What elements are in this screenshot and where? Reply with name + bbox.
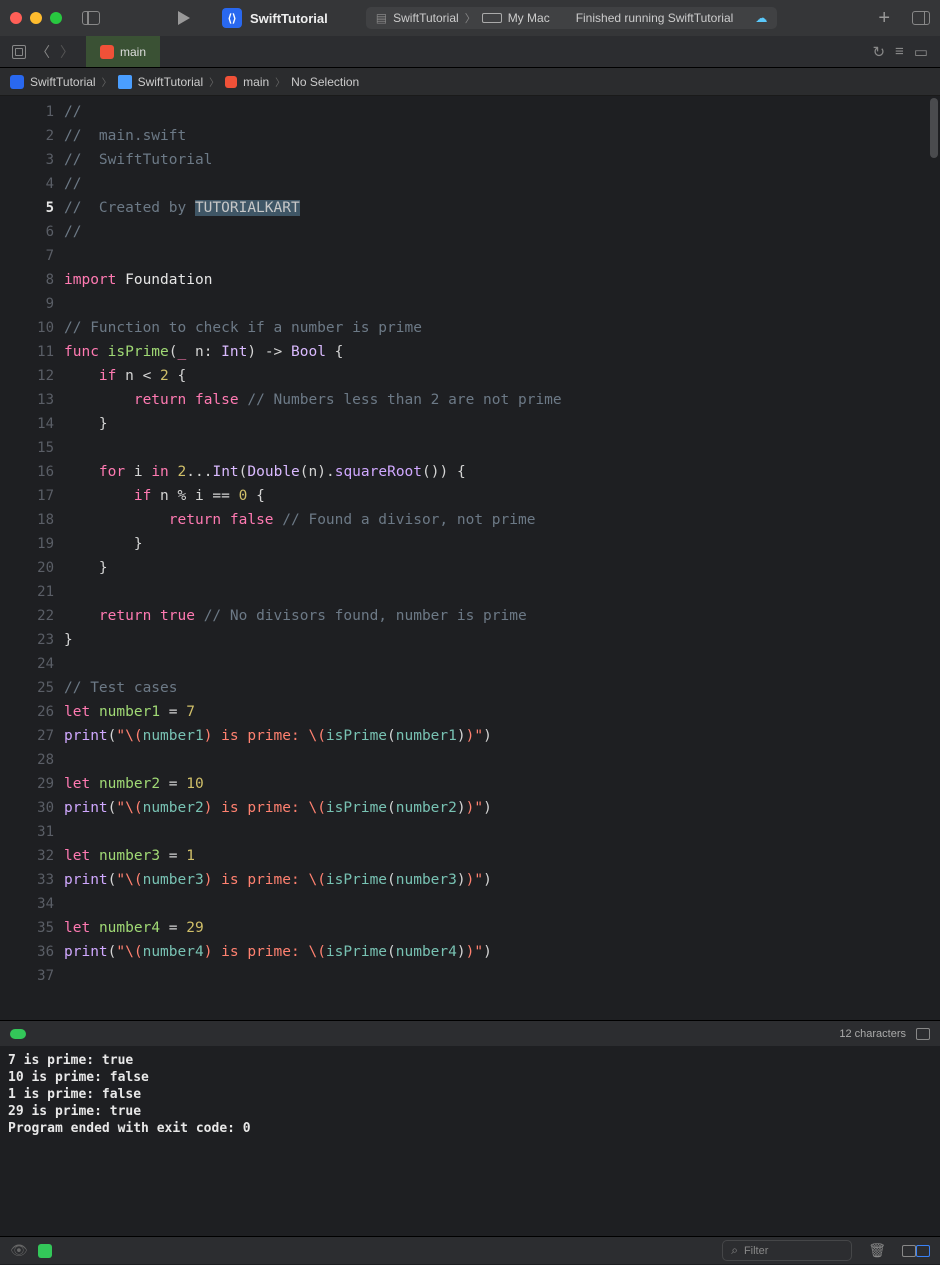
editor-tab-main[interactable]: main [86,36,160,67]
filter-placeholder: Filter [744,1245,768,1257]
run-button[interactable] [178,11,190,25]
toggle-navigator-icon[interactable] [82,11,100,25]
maximize-button[interactable] [50,12,62,24]
navigation-controls: 〈 〉 [0,42,86,62]
cloud-icon[interactable]: ☁︎ [755,11,767,25]
adjust-editor-icon[interactable]: ▭ [914,43,928,61]
toggle-inspector-icon[interactable] [912,11,930,25]
swift-file-icon [225,76,237,88]
window-controls [10,12,62,24]
titlebar: ⟨⟩ SwiftTutorial ▤ SwiftTutorial 〉 My Ma… [0,0,940,36]
path-file[interactable]: main [243,75,269,89]
code-editor[interactable]: 1234567891011121314151617181920212223242… [0,96,940,1020]
path-group[interactable]: SwiftTutorial [138,75,204,89]
app-icon: ⟨⟩ [222,8,242,28]
path-selection[interactable]: No Selection [291,75,359,89]
code-area[interactable]: //// main.swift// SwiftTutorial//// Crea… [64,96,940,1020]
console-filter[interactable]: ⌕ Filter [722,1240,852,1261]
filter-icon: ⌕ [731,1243,738,1258]
chevron-right-icon: 〉 [275,74,285,89]
device-name: My Mac [508,11,550,25]
folder-icon [118,75,132,89]
quicklook-icon[interactable]: 👁 [10,1242,28,1259]
close-button[interactable] [10,12,22,24]
refresh-icon[interactable]: ↻ [872,43,885,61]
scheme-icon: ▤ [376,11,387,25]
minimap-icon[interactable]: ≡ [895,43,904,61]
activity-indicator[interactable] [10,1029,26,1039]
chevron-right-icon: 〉 [102,74,112,89]
console-toolbar: 👁 ⌕ Filter 🗑 [0,1236,940,1264]
chevron-right-icon: 〉 [209,74,219,89]
add-editor-button[interactable]: + [878,7,890,30]
forward-button[interactable]: 〉 [60,42,74,62]
related-items-icon[interactable] [12,45,26,59]
scrollbar[interactable] [930,98,938,158]
scheme-selector[interactable]: ▤ SwiftTutorial 〉 My Mac Finished runnin… [366,7,778,29]
tabbar: 〈 〉 main ↻ ≡ ▭ [0,36,940,68]
back-button[interactable]: 〈 [36,42,50,62]
tab-label: main [120,45,146,59]
left-pane-toggle[interactable] [902,1245,916,1257]
scheme-name: SwiftTutorial [393,11,459,25]
project-icon [10,75,24,89]
right-pane-toggle[interactable] [916,1245,930,1257]
debug-bar: 12 characters [0,1020,940,1046]
device-icon [482,13,502,23]
minimize-button[interactable] [30,12,42,24]
auto-icon[interactable] [38,1244,52,1258]
swift-file-icon [100,45,114,59]
path-project[interactable]: SwiftTutorial [30,75,96,89]
console-pane-toggle [902,1245,930,1257]
chevron-right-icon: 〉 [465,10,476,26]
console-output[interactable]: 7 is prime: true 10 is prime: false 1 is… [0,1046,940,1236]
jump-bar[interactable]: SwiftTutorial 〉 SwiftTutorial 〉 main 〉 N… [0,68,940,96]
line-gutter[interactable]: 1234567891011121314151617181920212223242… [0,96,64,1020]
selection-info: 12 characters [839,1028,906,1040]
clear-console-button[interactable]: 🗑 [868,1242,886,1259]
project-name[interactable]: SwiftTutorial [250,11,328,26]
toggle-variables-icon[interactable] [916,1028,930,1040]
build-status: Finished running SwiftTutorial [576,11,734,25]
